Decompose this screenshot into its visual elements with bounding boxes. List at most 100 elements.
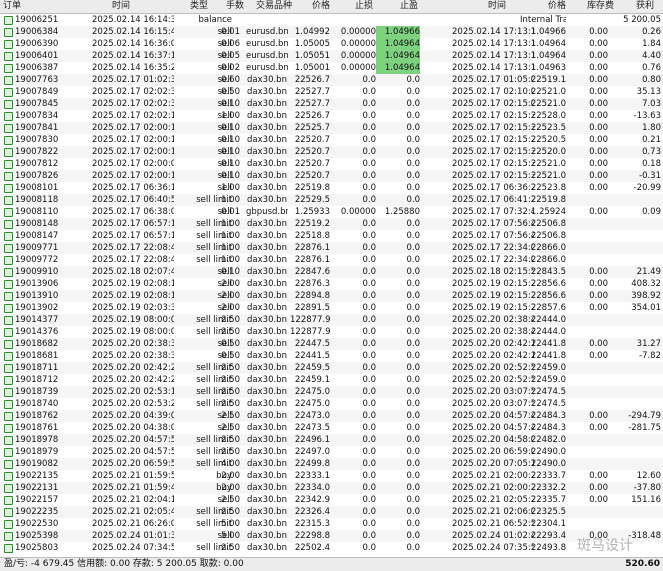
tp-cell: 0.0	[406, 99, 420, 109]
col-volume-header[interactable]: 手数	[226, 0, 244, 13]
order-cell: 19018681	[15, 351, 59, 361]
table-row[interactable]: 19018979 2025.02.20 04:57:58 sell limit 2.5…	[0, 446, 663, 458]
profit-cell: 0.26	[642, 27, 661, 37]
table-row[interactable]: 19007822 2025.02.17 02:00:13 sell 0.10 dax30…	[0, 146, 663, 158]
sl-cell: 0.0	[362, 87, 376, 97]
table-row[interactable]: 19007812 2025.02.17 02:00:06 sell 0.10 dax30…	[0, 158, 663, 170]
order-icon	[4, 40, 13, 49]
order-icon	[4, 136, 13, 145]
profit-cell: 12.60	[636, 471, 661, 481]
table-row[interactable]: 19022135 2025.02.21 01:59:53 buy 2.00 dax30.…	[0, 470, 663, 482]
table-row[interactable]: 19022157 2025.02.21 02:04:14 sell 2.50 dax30…	[0, 494, 663, 506]
close-price-cell: 22856.6	[530, 279, 566, 289]
table-row[interactable]: 19022131 2025.02.21 01:59:49 buy 2.00 dax30.…	[0, 482, 663, 494]
volume-cell: 0.50	[221, 351, 240, 361]
open-price-cell: 122877.9	[290, 315, 330, 325]
table-row[interactable]: 19018739 2025.02.20 02:53:19 sell limit 2.5…	[0, 386, 663, 398]
table-row[interactable]: 19008148 2025.02.17 06:57:16 sell limit 1.0…	[0, 218, 663, 230]
table-row[interactable]: 19018740 2025.02.20 02:53:21 sell limit 2.5…	[0, 398, 663, 410]
col-symbol-header[interactable]: 交易品种	[256, 0, 292, 13]
table-row[interactable]: 19008147 2025.02.17 06:57:13 sell limit 1.0…	[0, 230, 663, 242]
order-icon	[4, 232, 13, 241]
col-close-time-header[interactable]: 时间	[488, 0, 506, 13]
symbol-cell: dax30.bn	[247, 519, 287, 529]
table-row[interactable]: 19018978 2025.02.20 04:57:59 sell limit 2.5…	[0, 434, 663, 446]
close-price-cell: 22857.6	[530, 303, 566, 313]
tp-cell: 0.0	[406, 459, 420, 469]
symbol-cell: dax30.bn	[247, 219, 287, 229]
table-row[interactable]: 19013910 2025.02.19 02:08:11 sell 2.00 dax30…	[0, 290, 663, 302]
table-row[interactable]: 19008110 2025.02.17 06:38:02 sell 0.01 gbpus…	[0, 206, 663, 218]
volume-cell: 0.10	[221, 123, 240, 133]
profit-cell: -13.63	[633, 111, 661, 121]
table-row[interactable]: 19018761 2025.02.20 04:38:06 sell 2.50 dax30…	[0, 422, 663, 434]
table-row[interactable]: 19007834 2025.02.17 02:02:19 sell 1.00 dax30…	[0, 110, 663, 122]
profit-cell: 151.16	[631, 495, 661, 505]
col-sl-header[interactable]: 止损	[355, 0, 373, 13]
order-cell: 19018712	[15, 375, 59, 385]
col-type-header[interactable]: 类型	[190, 0, 208, 13]
close-price-cell: 22325.5	[530, 507, 566, 517]
table-row[interactable]: 19013906 2025.02.19 02:08:10 sell 2.00 dax30…	[0, 278, 663, 290]
order-icon	[4, 16, 13, 25]
symbol-cell: dax30.bn	[247, 147, 287, 157]
col-order-header[interactable]: 订单	[3, 0, 21, 13]
table-row[interactable]: 19022235 2025.02.21 02:05:42 sell limit 2.5…	[0, 506, 663, 518]
table-row[interactable]: 19007826 2025.02.17 02:00:14 sell 0.10 dax30…	[0, 170, 663, 182]
table-row[interactable]: 19018711 2025.02.20 02:42:23 sell limit 2.5…	[0, 362, 663, 374]
tp-cell: 0.0	[406, 363, 420, 373]
table-row[interactable]: 19013902 2025.02.19 02:03:33 sell 2.00 dax30…	[0, 302, 663, 314]
profit-cell: 408.32	[631, 279, 661, 289]
open-time-cell: 2025.02.17 02:02:19	[92, 111, 174, 121]
table-row[interactable]: 19018682 2025.02.20 02:38:32 sell 0.50 dax30…	[0, 338, 663, 350]
table-row[interactable]: 19007830 2025.02.17 02:00:15 sell 0.10 dax30…	[0, 134, 663, 146]
close-price-cell: 22521.0	[530, 87, 566, 97]
tp-cell: 0.0	[406, 147, 420, 157]
table-row[interactable]: 19006384 2025.02.14 16:15:42 sell 0.01 eurus…	[0, 26, 663, 38]
volume-cell: 4.00	[221, 459, 240, 469]
open-time-cell: 2025.02.19 02:03:33	[92, 303, 174, 313]
table-row[interactable]: 19025803 2025.02.24 07:34:56 sell limit 2.5…	[0, 542, 663, 554]
table-row[interactable]: 19006401 2025.02.14 16:37:10 sell 0.05 eurus…	[0, 50, 663, 62]
symbol-cell: dax30.bn	[247, 243, 287, 253]
table-row[interactable]: 19007849 2025.02.17 02:02:30 sell 0.50 dax30…	[0, 86, 663, 98]
table-row[interactable]: 19022530 2025.02.21 06:26:09 sell limit 5.0…	[0, 518, 663, 530]
sl-cell: 0.0	[362, 543, 376, 553]
col-close-price-header[interactable]: 价格	[548, 0, 566, 13]
col-profit-header[interactable]: 获利	[636, 0, 654, 13]
order-cell: 19014377	[15, 315, 59, 325]
col-tp-header[interactable]: 止盈	[400, 0, 418, 13]
table-row[interactable]: 19018712 2025.02.20 02:42:29 sell limit 2.5…	[0, 374, 663, 386]
table-row[interactable]: 19006251 2025.02.14 16:14:30 balance Intern…	[0, 14, 663, 26]
table-row[interactable]: 19006390 2025.02.14 16:36:01 sell 0.06 eurus…	[0, 38, 663, 50]
table-row[interactable]: 19009771 2025.02.17 22:08:46 sell limit 1.0…	[0, 242, 663, 254]
col-open-price-header[interactable]: 价格	[312, 0, 330, 13]
table-row[interactable]: 19008101 2025.02.17 06:36:16 sell 1.00 dax30…	[0, 182, 663, 194]
table-row[interactable]: 19025398 2025.02.24 01:01:38 sell 5.00 dax30…	[0, 530, 663, 542]
table-row[interactable]: 19009910 2025.02.18 02:07:44 sell 0.10 dax30…	[0, 266, 663, 278]
table-row[interactable]: 19007845 2025.02.17 02:02:30 sell 0.10 dax30…	[0, 98, 663, 110]
order-icon	[4, 352, 13, 361]
table-row[interactable]: 19008118 2025.02.17 06:40:54 sell limit 1.0…	[0, 194, 663, 206]
open-price-cell: 22441.5	[294, 351, 330, 361]
table-row[interactable]: 19018762 2025.02.20 04:39:03 sell 2.50 dax30…	[0, 410, 663, 422]
profit-cell: -281.75	[628, 423, 661, 433]
table-row[interactable]: 19009772 2025.02.17 22:08:49 sell limit 1.0…	[0, 254, 663, 266]
sl-cell: 0.0	[362, 303, 376, 313]
col-swap-header[interactable]: 库存费	[587, 0, 614, 13]
table-row[interactable]: 19018681 2025.02.20 02:38:31 sell 0.50 dax30…	[0, 350, 663, 362]
close-price-cell: 22459.0	[530, 375, 566, 385]
table-row[interactable]: 19007841 2025.02.17 02:00:19 sell 0.10 dax30…	[0, 122, 663, 134]
swap-cell: 0.00	[589, 51, 608, 61]
close-price-cell: 1.04964	[530, 39, 566, 49]
table-row[interactable]: 19014377 2025.02.19 08:00:07 sell limit 2.5…	[0, 314, 663, 326]
volume-cell: 2.50	[221, 423, 240, 433]
table-row[interactable]: 19014376 2025.02.19 08:00:03 sell limit 2.5…	[0, 326, 663, 338]
table-row[interactable]: 19007763 2025.02.17 01:02:38 sell 0.60 dax30…	[0, 74, 663, 86]
order-icon	[4, 52, 13, 61]
table-row[interactable]: 19006387 2025.02.14 16:35:21 sell 0.02 eurus…	[0, 62, 663, 74]
table-row[interactable]: 19019082 2025.02.20 06:59:56 sell limit 4.0…	[0, 458, 663, 470]
volume-cell: 0.10	[221, 99, 240, 109]
col-open-time-header[interactable]: 时间	[112, 0, 130, 13]
swap-cell: 0.00	[589, 471, 608, 481]
